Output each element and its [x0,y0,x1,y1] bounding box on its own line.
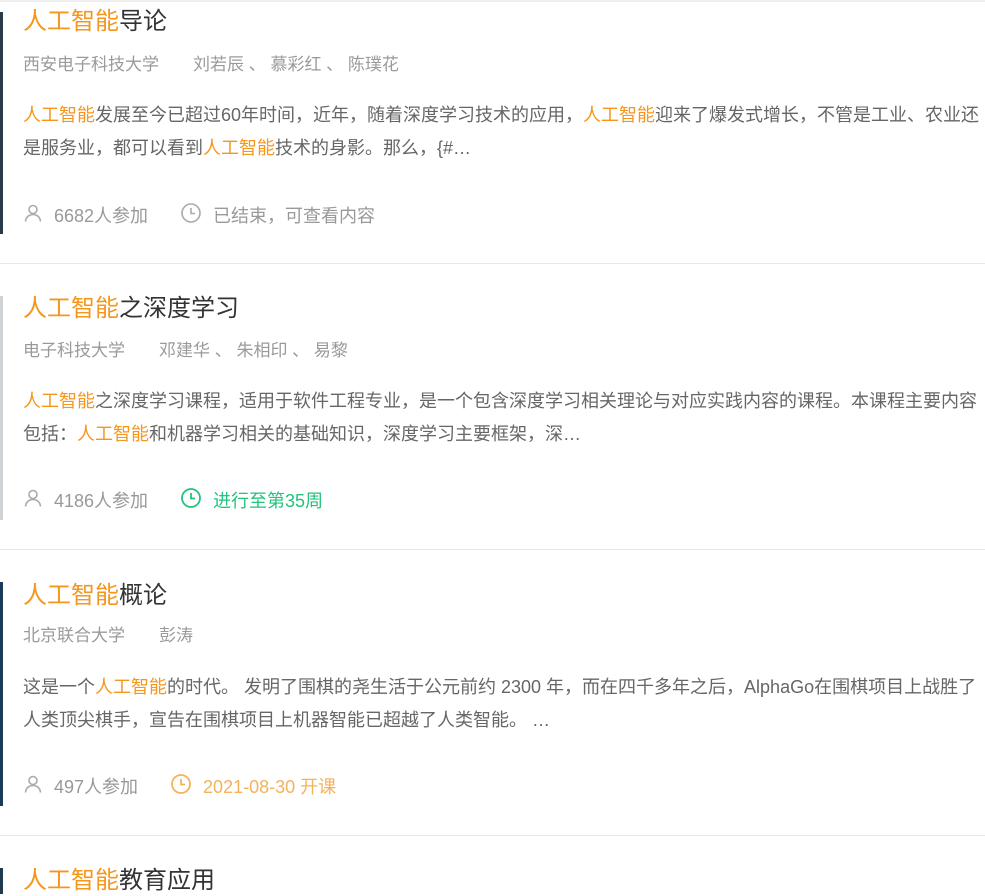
course-school[interactable]: 电子科技大学 [23,341,125,360]
course-thumbnail-edge [0,12,3,234]
course-status: 2021-08-30 开课 [203,777,337,797]
course-stats: 497人参加 2021-08-30 开课 [23,773,336,800]
description-highlight: 人工智能 [23,105,95,125]
participant-count: 4186人参加 [54,491,149,511]
course-description: 这是一个人工智能的时代。 发明了围棋的尧生活于公元前约 2300 年，而在四千多… [23,671,983,737]
status-group: 已结束，可查看内容 [180,202,375,229]
course-title[interactable]: 人工智能导论 [23,7,167,37]
clock-icon [180,202,213,229]
course-teachers: 彭涛 [159,626,193,645]
course-status: 进行至第35周 [213,491,324,511]
course-title[interactable]: 人工智能之深度学习 [23,294,239,324]
course-school[interactable]: 西安电子科技大学 [23,55,159,74]
course-title-highlight: 人工智能 [23,8,119,35]
description-text: 发展至今已超过60年时间，近年，随着深度学习技术的应用， [95,105,584,125]
course-card[interactable]: 人工智能教育应用 [0,836,985,894]
description-text: 这是一个 [23,677,95,697]
course-meta: 电子科技大学 邓建华 、 朱相印 、 易黎 [23,340,348,362]
course-status: 已结束，可查看内容 [213,206,376,226]
description-text: 和机器学习相关的基础知识，深度学习主要框架，深… [149,424,581,444]
participants-group: 4186人参加 [23,487,148,513]
clock-icon [170,773,203,800]
clock-icon [180,487,213,514]
participants-group: 6682人参加 [23,202,148,228]
course-thumbnail-edge [0,582,3,806]
user-icon [23,488,54,513]
course-thumbnail-edge [0,868,3,894]
participant-count: 6682人参加 [54,206,149,226]
course-title-rest: 概论 [119,582,167,609]
course-teachers: 刘若辰 、 慕彩红 、 陈璞花 [193,55,399,74]
course-title-highlight: 人工智能 [23,582,119,609]
course-title[interactable]: 人工智能概论 [23,581,167,611]
course-meta: 北京联合大学 彭涛 [23,625,193,647]
course-title-highlight: 人工智能 [23,867,119,894]
description-highlight: 人工智能 [583,105,656,125]
course-card[interactable]: 人工智能概论 北京联合大学 彭涛 这是一个人工智能的时代。 发明了围棋的尧生活于公… [0,550,985,835]
description-highlight: 人工智能 [23,391,95,411]
course-title-rest: 教育应用 [119,867,215,894]
course-stats: 4186人参加 进行至第35周 [23,487,323,514]
course-description: 人工智能之深度学习课程，适用于软件工程专业，是一个包含深度学习相关理论与对应实践… [23,385,983,451]
description-text: 技术的身影。那么，{#… [275,138,472,158]
user-icon [23,203,54,228]
course-stats: 6682人参加 已结束，可查看内容 [23,202,375,229]
course-school[interactable]: 北京联合大学 [23,626,125,645]
course-teachers: 邓建华 、 朱相印 、 易黎 [159,341,348,360]
course-meta: 西安电子科技大学 刘若辰 、 慕彩红 、 陈璞花 [23,54,399,76]
participant-count: 497人参加 [54,777,139,797]
description-highlight: 人工智能 [95,677,167,697]
course-title[interactable]: 人工智能教育应用 [23,866,215,896]
course-description: 人工智能发展至今已超过60年时间，近年，随着深度学习技术的应用，人工智能迎来了爆… [23,99,983,165]
description-highlight: 人工智能 [77,424,149,444]
user-icon [23,774,54,799]
course-title-rest: 之深度学习 [119,295,239,322]
course-title-rest: 导论 [119,8,167,35]
course-card[interactable]: 人工智能之深度学习 电子科技大学 邓建华 、 朱相印 、 易黎 人工智能之深度学习… [0,264,985,549]
status-group: 2021-08-30 开课 [170,773,336,800]
participants-group: 497人参加 [23,773,138,799]
description-highlight: 人工智能 [203,138,275,158]
course-card[interactable]: 人工智能导论 西安电子科技大学 刘若辰 、 慕彩红 、 陈璞花 人工智能发展至今已… [0,0,985,262]
status-group: 进行至第35周 [180,487,323,514]
course-thumbnail-edge [0,296,3,520]
course-title-highlight: 人工智能 [23,295,119,322]
